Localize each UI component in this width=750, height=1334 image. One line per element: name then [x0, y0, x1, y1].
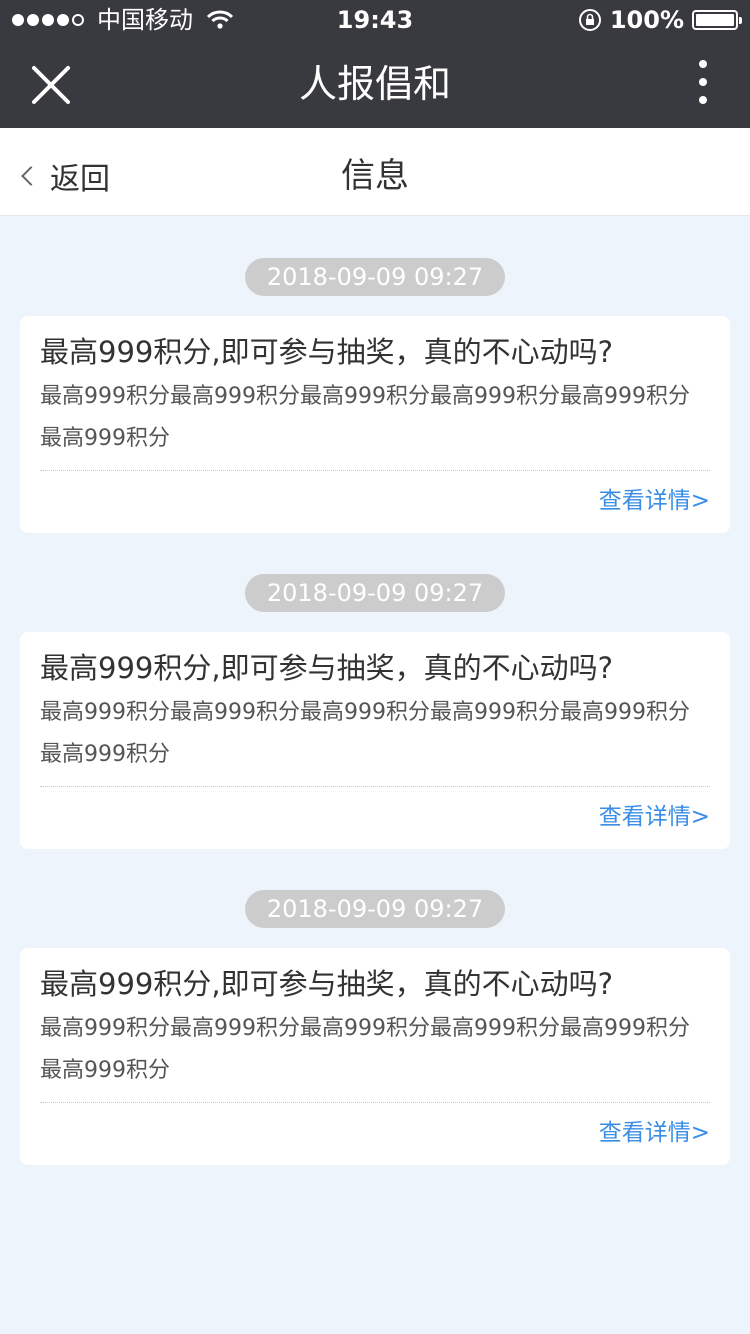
app-title: 人报倡和: [298, 62, 451, 106]
battery-percent: 100%: [609, 6, 684, 34]
more-options-icon[interactable]: [696, 60, 710, 108]
message-card[interactable]: 最高999积分,即可参与抽奖，真的不心动吗? 最高999积分最高999积分最高9…: [20, 316, 730, 533]
message-title: 最高999积分,即可参与抽奖，真的不心动吗?: [40, 651, 613, 685]
app-title-bar: 人报倡和: [0, 40, 750, 128]
view-details-link[interactable]: 查看详情>: [599, 797, 710, 831]
divider: [40, 1102, 710, 1103]
divider: [40, 786, 710, 787]
message-card[interactable]: 最高999积分,即可参与抽奖，真的不心动吗? 最高999积分最高999积分最高9…: [20, 632, 730, 849]
message-group: 2018-09-09 09:27 最高999积分,即可参与抽奖，真的不心动吗? …: [0, 848, 750, 1165]
message-body: 最高999积分最高999积分最高999积分最高999积分最高999积分最高999…: [40, 1016, 690, 1083]
view-details-link[interactable]: 查看详情>: [599, 481, 710, 515]
message-timestamp: 2018-09-09 09:27: [245, 258, 505, 296]
page-title: 信息: [341, 156, 409, 196]
page-header: 返回 信息: [0, 128, 750, 216]
message-card[interactable]: 最高999积分,即可参与抽奖，真的不心动吗? 最高999积分最高999积分最高9…: [20, 948, 730, 1165]
message-timestamp: 2018-09-09 09:27: [245, 890, 505, 928]
message-group: 2018-09-09 09:27 最高999积分,即可参与抽奖，真的不心动吗? …: [0, 216, 750, 533]
status-bar: 中国移动 19:43 100%: [0, 0, 750, 40]
message-group: 2018-09-09 09:27 最高999积分,即可参与抽奖，真的不心动吗? …: [0, 532, 750, 849]
view-details-link[interactable]: 查看详情>: [599, 1113, 710, 1147]
divider: [40, 470, 710, 471]
message-timestamp: 2018-09-09 09:27: [245, 574, 505, 612]
top-bar: 中国移动 19:43 100% 人报倡和: [0, 0, 750, 128]
message-body: 最高999积分最高999积分最高999积分最高999积分最高999积分最高999…: [40, 700, 690, 767]
message-title: 最高999积分,即可参与抽奖，真的不心动吗?: [40, 967, 613, 1001]
message-title: 最高999积分,即可参与抽奖，真的不心动吗?: [40, 335, 613, 369]
message-list: 2018-09-09 09:27 最高999积分,即可参与抽奖，真的不心动吗? …: [0, 216, 750, 1165]
rotation-lock-icon: [578, 9, 601, 31]
message-body: 最高999积分最高999积分最高999积分最高999积分最高999积分最高999…: [40, 384, 690, 451]
battery-icon: [692, 10, 742, 30]
close-icon[interactable]: [30, 64, 72, 106]
